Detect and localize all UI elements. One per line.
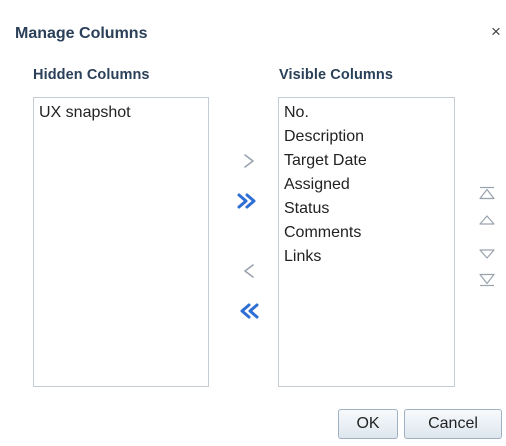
move-all-left-button[interactable]: [234, 300, 262, 322]
move-to-top-button[interactable]: [476, 184, 498, 202]
move-selected-left-icon: [244, 264, 254, 278]
move-down-button[interactable]: [476, 245, 498, 263]
move-selected-left-button[interactable]: [238, 260, 260, 282]
list-item[interactable]: Target Date: [284, 149, 454, 173]
move-to-bottom-button[interactable]: [476, 271, 498, 289]
list-item[interactable]: Description: [284, 125, 454, 149]
list-item[interactable]: UX snapshot: [39, 101, 208, 125]
manage-columns-dialog: Manage Columns × Hidden Columns Visible …: [0, 0, 506, 446]
close-icon[interactable]: ×: [488, 22, 504, 42]
move-selected-right-button[interactable]: [238, 150, 260, 172]
move-selected-right-icon: [243, 153, 255, 169]
list-item[interactable]: Links: [284, 245, 454, 269]
dialog-title: Manage Columns: [15, 25, 148, 42]
list-item[interactable]: No.: [284, 101, 454, 125]
hidden-columns-heading: Hidden Columns: [33, 67, 150, 83]
hidden-columns-list[interactable]: UX snapshot: [33, 97, 209, 387]
move-all-left-icon: [240, 303, 259, 319]
move-to-top-icon: [479, 186, 495, 200]
move-down-icon: [479, 249, 495, 259]
visible-columns-heading: Visible Columns: [279, 67, 394, 83]
list-item[interactable]: Assigned: [284, 173, 454, 197]
ok-button[interactable]: OK: [338, 409, 398, 439]
list-item[interactable]: Status: [284, 197, 454, 221]
visible-columns-list[interactable]: No. Description Target Date Assigned Sta…: [278, 97, 455, 387]
move-all-right-button[interactable]: [234, 190, 262, 212]
move-up-button[interactable]: [476, 211, 498, 229]
move-all-right-icon: [237, 193, 256, 209]
move-to-bottom-icon: [479, 273, 495, 287]
cancel-button[interactable]: Cancel: [404, 409, 502, 439]
list-item[interactable]: Comments: [284, 221, 454, 245]
move-up-icon: [479, 215, 495, 225]
